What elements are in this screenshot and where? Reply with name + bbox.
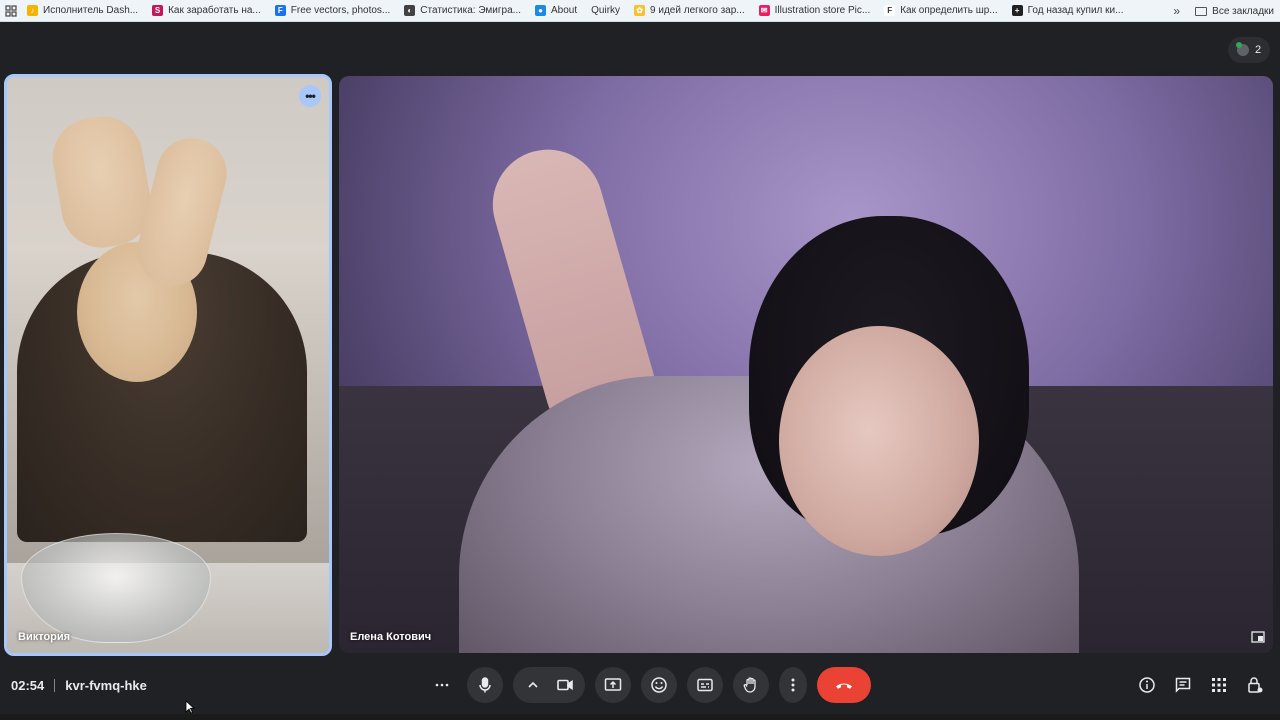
bookmark-favicon-icon: S [152,5,164,16]
video-frame [17,242,307,542]
microphone-icon [479,677,491,693]
participant-name: Елена Котович [350,631,432,643]
meeting-details-button[interactable] [1134,667,1160,703]
folder-icon [1195,6,1208,16]
right-controls [1134,666,1268,704]
bookmark-favicon-icon: ✉ [758,5,770,16]
bookmark-label: Free vectors, photos... [290,5,391,16]
more-options-button[interactable] [779,667,807,703]
bookmark-label: Quirky [591,5,621,16]
bookmark-item[interactable]: F Free vectors, photos... [269,0,399,22]
bookmark-label: About [551,5,578,16]
bookmark-item[interactable]: + Год назад купил ки... [1006,0,1132,22]
mouse-cursor-icon [185,700,195,714]
raise-hand-button[interactable] [733,667,769,703]
camera-control-group [513,667,585,703]
tile-more-options-button[interactable]: ••• [299,85,321,107]
bookmark-label: Год назад купил ки... [1027,5,1124,16]
bookmark-favicon-icon: + [1011,5,1023,16]
bookmark-item[interactable]: ✉ Illustration store Pic... [753,0,879,22]
bookmark-favicon-icon: ♪ [27,5,38,16]
all-bookmarks-label: Все закладки [1212,5,1274,17]
participant-tile-viktoria[interactable]: ••• Виктория [4,74,332,656]
bookmark-item[interactable]: Quirky [585,0,628,22]
more-horizontal-icon: ••• [305,89,316,103]
camera-button[interactable] [549,667,581,703]
bookmark-label: Статистика: Эмигра... [420,5,521,16]
meeting-time: 02:54 [11,677,45,693]
emoji-icon [651,677,667,693]
chat-icon [1175,677,1191,693]
apps-grid-icon [1212,678,1226,692]
expand-tile-icon[interactable] [1251,631,1265,643]
bookmark-favicon-icon: ● [535,5,546,16]
chat-button[interactable] [1170,667,1196,703]
info-icon [1139,677,1155,693]
bookmark-item[interactable]: ● About [529,0,585,22]
bookmark-label: Как определить шр... [900,5,998,16]
meeting-code: kvr-fvmq-hke [65,677,147,693]
reactions-button[interactable] [641,667,677,703]
bookmark-label: 9 идей легкого зар... [650,5,745,16]
all-bookmarks-button[interactable]: Все закладки [1195,0,1274,22]
end-call-button[interactable] [817,667,871,703]
meeting-info: 02:54 kvr-fvmq-hke [11,660,147,710]
closed-captions-icon [697,678,713,692]
lock-person-icon [1248,677,1263,693]
bookmark-label: Исполнитель Dash... [43,5,139,16]
bookmark-item[interactable]: S Как заработать на... [146,0,269,22]
raise-hand-icon [743,677,756,693]
camera-options-button[interactable] [517,667,549,703]
bookmark-favicon-icon: ✿ [634,5,646,16]
chevron-double-right-icon: » [1173,4,1180,18]
more-effects-button[interactable] [427,667,457,703]
more-vertical-icon [791,678,795,692]
participants-button[interactable]: 2 [1228,37,1270,63]
divider [54,678,56,692]
hang-up-icon [836,683,852,689]
present-screen-button[interactable] [595,667,631,703]
bookmark-item[interactable]: F Как определить шр... [878,0,1005,22]
bookmarks-list: ♪ Исполнитель Dash... S Как заработать на.… [21,0,1131,22]
participant-name: Виктория [18,631,71,643]
microphone-button[interactable] [467,667,503,703]
bookmark-label: Как заработать на... [168,5,261,16]
participant-count: 2 [1254,44,1262,56]
meeting-stage: 2 ••• Виктория Елена Котович 02:54 kvr-f… [0,23,1280,720]
bookmarks-bar: ♪ Исполнитель Dash... S Как заработать на.… [0,0,1280,22]
video-camera-icon [557,679,573,691]
participant-tile-elena[interactable]: Елена Котович [339,76,1273,653]
bookmark-item[interactable]: ♪ Исполнитель Dash... [21,0,146,22]
apps-grid-icon[interactable] [1,0,21,22]
bookmark-item[interactable]: ◐ Статистика: Эмигра... [398,0,529,22]
center-controls [427,666,871,704]
bookmark-favicon-icon: F [884,5,896,16]
bookmark-favicon-icon: ◐ [404,5,416,16]
bookmark-item[interactable]: ✿ 9 идей легкого зар... [628,0,753,22]
taskbar-strip [0,714,1280,720]
bookmark-favicon-icon: F [274,5,286,16]
bookmark-label: Illustration store Pic... [774,5,871,16]
host-controls-button[interactable] [1242,667,1268,703]
participant-avatar-icon [1235,42,1249,56]
captions-button[interactable] [687,667,723,703]
activities-button[interactable] [1206,667,1232,703]
more-horizontal-icon [435,683,449,687]
present-screen-icon [604,678,622,691]
bookmarks-overflow-button[interactable]: » [1173,0,1180,22]
chevron-up-icon [528,681,538,688]
